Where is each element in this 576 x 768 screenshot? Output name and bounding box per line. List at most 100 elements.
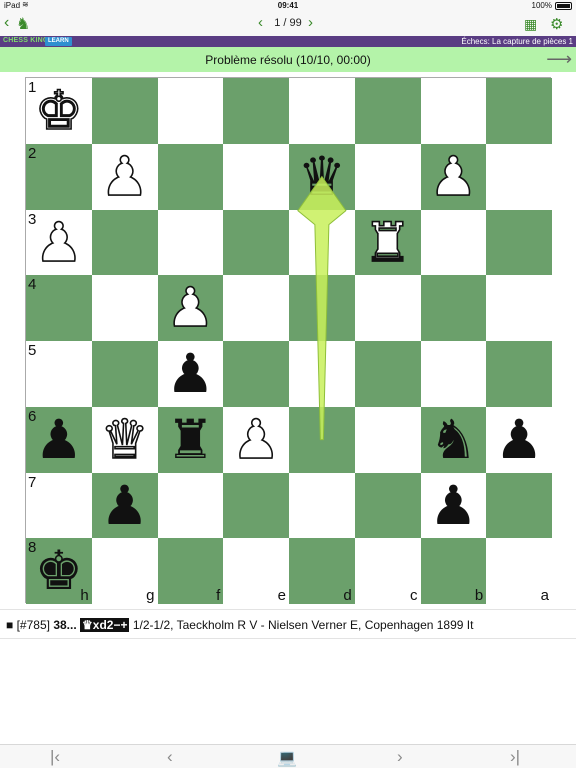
square-d2[interactable]: ♛: [289, 143, 355, 210]
course-title: Échecs: La capture de pièces 1: [461, 37, 573, 46]
square-e4[interactable]: [223, 275, 289, 341]
square-c8[interactable]: c: [354, 538, 421, 604]
square-e1[interactable]: [223, 78, 289, 144]
square-g1[interactable]: [91, 78, 158, 144]
previous-move-icon[interactable]: ‹: [167, 747, 173, 767]
square-g6[interactable]: ♛: [91, 406, 158, 473]
black-pawn-icon[interactable]: ♟: [92, 473, 158, 539]
square-f5[interactable]: ♟: [157, 341, 224, 407]
square-e6[interactable]: ♟: [223, 406, 289, 473]
square-f7[interactable]: [157, 472, 224, 539]
square-a6[interactable]: ♟: [486, 406, 552, 473]
square-a2[interactable]: [486, 143, 552, 210]
square-h5[interactable]: 5: [26, 341, 92, 407]
game-info: 1/2-1/2, Taeckholm R V - Nielsen Verner …: [132, 618, 474, 632]
black-knight-icon[interactable]: ♞: [421, 407, 487, 473]
square-c7[interactable]: [354, 472, 421, 539]
knight-logo-icon[interactable]: ♞: [16, 14, 30, 34]
square-h8[interactable]: ♚ 8 h: [26, 538, 92, 604]
square-h3[interactable]: ♟ 3: [26, 209, 92, 276]
page-indicator[interactable]: 1 / 99: [270, 17, 306, 29]
black-pawn-icon[interactable]: ♟: [486, 407, 552, 473]
square-g4[interactable]: [91, 275, 158, 341]
square-g8[interactable]: g: [91, 538, 158, 604]
square-d7[interactable]: [289, 472, 355, 539]
right-arrow-icon[interactable]: ⟶: [546, 49, 572, 70]
square-h2[interactable]: 2: [26, 143, 92, 210]
square-h6[interactable]: ♟ 6: [26, 406, 92, 473]
square-a5[interactable]: [486, 341, 552, 407]
white-pawn-icon[interactable]: ♟: [92, 144, 158, 210]
status-bar: iPad ≋ 09:41 100%: [0, 0, 576, 12]
white-pawn-icon[interactable]: ♟: [223, 407, 289, 473]
square-c1[interactable]: [354, 78, 421, 144]
square-a4[interactable]: [486, 275, 552, 341]
square-c5[interactable]: [354, 341, 421, 407]
square-d3[interactable]: [289, 209, 355, 276]
square-b1[interactable]: [420, 78, 487, 144]
black-pawn-icon[interactable]: ♟: [421, 473, 487, 539]
square-e5[interactable]: [223, 341, 289, 407]
square-d8[interactable]: d: [289, 538, 355, 604]
square-f6[interactable]: ♜: [157, 406, 224, 473]
square-d6[interactable]: [289, 406, 355, 473]
square-e8[interactable]: e: [223, 538, 289, 604]
square-b2[interactable]: ♟: [420, 143, 487, 210]
square-a3[interactable]: [486, 209, 552, 276]
square-g2[interactable]: ♟: [91, 143, 158, 210]
current-move[interactable]: ♛xd2−+: [80, 618, 130, 632]
square-b5[interactable]: [420, 341, 487, 407]
square-b8[interactable]: b: [420, 538, 487, 604]
square-a7[interactable]: [486, 472, 552, 539]
white-rook-icon[interactable]: ♜: [355, 210, 421, 276]
square-b6[interactable]: ♞: [420, 406, 487, 473]
square-g5[interactable]: [91, 341, 158, 407]
square-g7[interactable]: ♟: [91, 472, 158, 539]
square-e3[interactable]: [223, 209, 289, 276]
square-f8[interactable]: f: [157, 538, 224, 604]
square-d5[interactable]: [289, 341, 355, 407]
square-f1[interactable]: [157, 78, 224, 144]
square-c2[interactable]: [354, 143, 421, 210]
laptop-icon[interactable]: 💻: [277, 748, 297, 768]
square-b7[interactable]: ♟: [420, 472, 487, 539]
square-d1[interactable]: [289, 78, 355, 144]
square-a8[interactable]: a: [486, 538, 552, 604]
square-d4[interactable]: [289, 275, 355, 341]
square-h1[interactable]: ♚ 1: [26, 78, 92, 144]
previous-problem-button[interactable]: ‹: [258, 14, 263, 31]
game-index: [#785]: [16, 618, 50, 632]
black-queen-icon[interactable]: ♛: [289, 144, 355, 210]
square-f3[interactable]: [157, 209, 224, 276]
file-label: e: [277, 587, 286, 604]
square-b3[interactable]: [420, 209, 487, 276]
last-move-icon[interactable]: ›|: [510, 747, 520, 767]
square-b4[interactable]: [420, 275, 487, 341]
square-f2[interactable]: [157, 143, 224, 210]
first-move-icon[interactable]: |‹: [50, 747, 60, 767]
square-h7[interactable]: 7: [26, 472, 92, 539]
chess-board[interactable]: ♚ 1 2 ♟ ♛ ♟ ♟ 3 ♜ 4 ♟ 5 ♟ ♟ 6 ♛ ♜ ♟ ♞ ♟ 7 ♟ ♟ ♚ 8 h g f e d c b a: [25, 77, 552, 604]
square-c3[interactable]: ♜: [354, 209, 421, 276]
chevron-left-icon[interactable]: ‹: [4, 14, 9, 32]
gear-icon[interactable]: ⚙: [550, 15, 563, 33]
black-pawn-icon[interactable]: ♟: [158, 341, 224, 407]
black-rook-icon[interactable]: ♜: [158, 407, 224, 473]
rank-label: 2: [28, 144, 37, 162]
next-move-icon[interactable]: ›: [397, 747, 403, 767]
grid-icon[interactable]: ▦: [524, 16, 537, 33]
move-number: 38...: [53, 618, 77, 632]
square-g3[interactable]: [91, 209, 158, 276]
white-queen-icon[interactable]: ♛: [92, 407, 158, 473]
square-h4[interactable]: 4: [26, 275, 92, 341]
square-e2[interactable]: [223, 143, 289, 210]
square-a1[interactable]: [486, 78, 552, 144]
square-e7[interactable]: [223, 472, 289, 539]
move-notation[interactable]: ■ [#785] 38... ♛xd2−+ 1/2-1/2, Taeckholm…: [6, 618, 473, 632]
white-pawn-icon[interactable]: ♟: [158, 275, 224, 341]
next-problem-button[interactable]: ›: [308, 14, 313, 31]
square-f4[interactable]: ♟: [157, 275, 224, 341]
white-pawn-icon[interactable]: ♟: [421, 144, 487, 210]
square-c4[interactable]: [354, 275, 421, 341]
square-c6[interactable]: [354, 406, 421, 473]
